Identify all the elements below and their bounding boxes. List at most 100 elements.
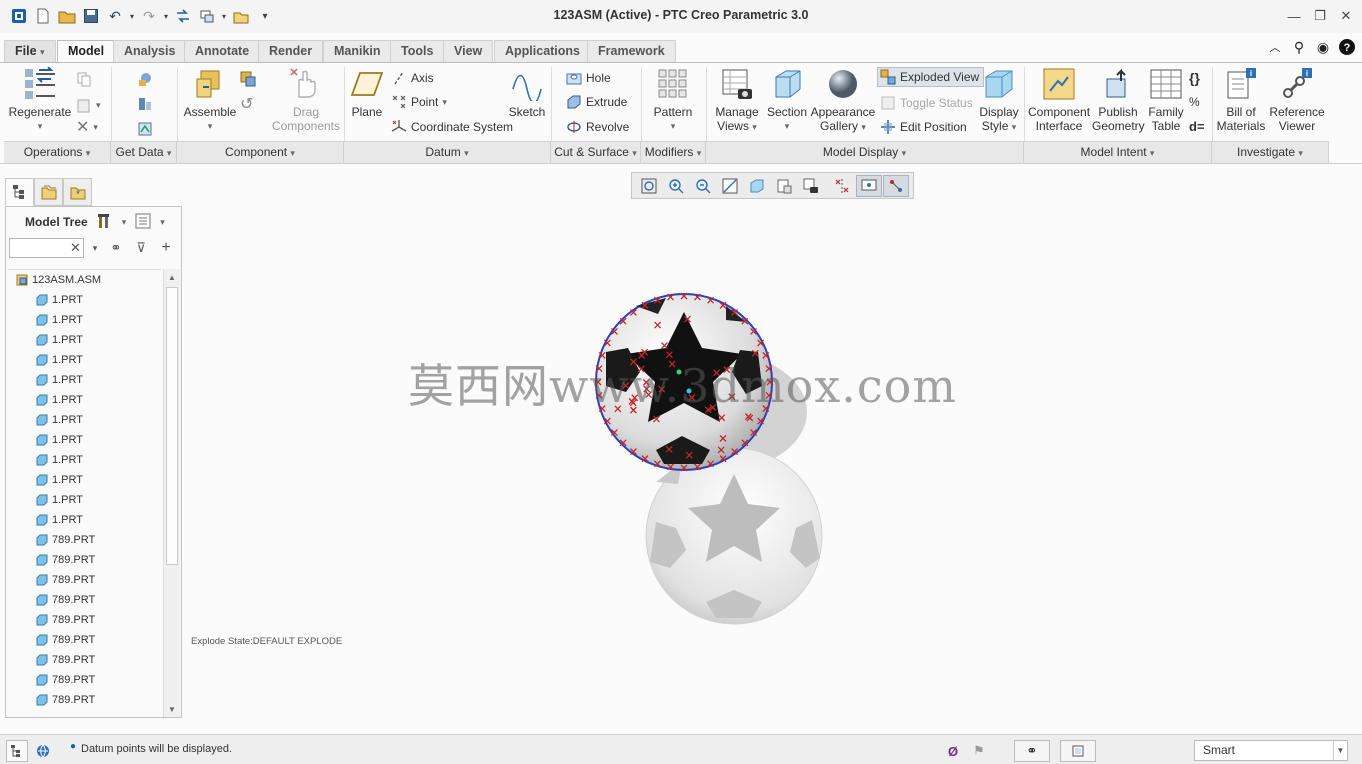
axis-button[interactable]: Axis xyxy=(391,68,434,88)
ptc-community-icon[interactable]: ◉ xyxy=(1314,38,1332,56)
clear-search-icon[interactable]: ✕ xyxy=(70,240,81,256)
manage-views-button[interactable]: Manage Views ▾ xyxy=(712,67,762,134)
restore-icon[interactable]: ❐ xyxy=(1310,6,1330,26)
hole-button[interactable]: Hole xyxy=(566,68,611,88)
tree-item-part[interactable]: 789.PRT xyxy=(8,690,161,710)
display-style-button[interactable]: Display Style ▾ xyxy=(978,67,1020,134)
tree-item-part[interactable]: 1.PRT xyxy=(8,370,161,390)
toggle-browser-icon[interactable] xyxy=(32,740,54,762)
scrollbar-thumb[interactable] xyxy=(166,287,178,565)
settings-tools-icon[interactable] xyxy=(96,212,114,233)
group-datum[interactable]: Datum ▾ xyxy=(344,141,551,163)
tab-favorites[interactable]: * xyxy=(63,178,92,206)
group-investigate[interactable]: Investigate ▾ xyxy=(1212,141,1329,163)
group-modifiers[interactable]: Modifiers ▾ xyxy=(641,141,706,163)
pattern-button[interactable]: Pattern ▾ xyxy=(650,67,696,133)
tab-manikin[interactable]: Manikin xyxy=(323,40,392,62)
tree-item-part[interactable]: 1.PRT xyxy=(8,470,161,490)
plane-button[interactable]: Plane xyxy=(348,67,386,119)
create-component-button[interactable] xyxy=(240,69,256,89)
binoculars-icon[interactable]: ⚭ xyxy=(107,238,125,258)
scroll-down-icon[interactable]: ▼ xyxy=(164,701,180,717)
group-operations[interactable]: Operations ▾ xyxy=(4,141,111,163)
selection-buffer-icon[interactable] xyxy=(1060,740,1096,762)
selection-filter-select[interactable]: Smart ▼ xyxy=(1194,740,1348,761)
regeneration-status-icon[interactable]: Ø xyxy=(942,740,964,762)
refit-icon[interactable] xyxy=(636,175,662,197)
datum-display-filters-icon[interactable] xyxy=(856,174,882,197)
help-icon[interactable]: ? xyxy=(1338,38,1356,56)
shrinkwrap-button[interactable] xyxy=(137,119,153,139)
graphics-viewport[interactable] xyxy=(186,202,1356,727)
tab-annotate[interactable]: Annotate xyxy=(184,40,261,62)
exploded-view-button[interactable]: Exploded View xyxy=(877,67,985,87)
tree-item-part[interactable]: 1.PRT xyxy=(8,350,161,370)
delete-button[interactable]: ✕ ▾ xyxy=(76,117,98,137)
group-get-data[interactable]: Get Data ▾ xyxy=(111,141,177,163)
zoom-in-icon[interactable] xyxy=(663,175,689,197)
relations-button[interactable]: {} xyxy=(1189,68,1200,88)
minimize-ribbon-icon[interactable]: ︿ xyxy=(1266,38,1284,56)
tab-model[interactable]: Model xyxy=(57,40,116,63)
bill-of-materials-button[interactable]: i Bill of Materials xyxy=(1214,67,1268,133)
section-button[interactable]: Section ▾ xyxy=(766,67,808,133)
view-manager-icon[interactable] xyxy=(798,175,824,197)
tree-item-part[interactable]: 789.PRT xyxy=(8,670,161,690)
tab-file[interactable]: File ▾ xyxy=(4,40,56,62)
group-model-display[interactable]: Model Display ▾ xyxy=(706,141,1024,163)
user-defined-feature-button[interactable] xyxy=(137,69,153,89)
reference-viewer-button[interactable]: i Reference Viewer xyxy=(1268,67,1326,133)
drag-components-button[interactable]: Drag Components xyxy=(268,67,344,133)
annotation-display-icon[interactable] xyxy=(883,174,909,197)
tab-view[interactable]: View xyxy=(443,40,494,62)
tree-item-part[interactable]: 1.PRT xyxy=(8,390,161,410)
tree-item-part[interactable]: 1.PRT xyxy=(8,330,161,350)
bottom-ball-part[interactable] xyxy=(645,447,823,625)
parameters-button[interactable]: d= xyxy=(1189,116,1205,136)
revolve-button[interactable]: Revolve xyxy=(566,117,629,137)
tree-item-part[interactable]: 789.PRT xyxy=(8,630,161,650)
scroll-up-icon[interactable]: ▲ xyxy=(164,269,180,285)
close-icon[interactable]: ✕ xyxy=(1336,6,1356,26)
tree-item-assembly[interactable]: 123ASM.ASM xyxy=(8,270,161,290)
find-icon[interactable]: ⚭ xyxy=(1014,740,1050,762)
group-model-intent[interactable]: Model Intent ▾ xyxy=(1024,141,1212,163)
publish-geometry-button[interactable]: Publish Geometry xyxy=(1092,67,1145,133)
coordinate-system-button[interactable]: Coordinate System xyxy=(391,117,513,137)
assemble-button[interactable]: Assemble ▾ xyxy=(182,67,238,133)
toggle-status-button[interactable]: Toggle Status xyxy=(880,93,973,113)
tree-item-part[interactable]: 1.PRT xyxy=(8,410,161,430)
tree-item-part[interactable]: 1.PRT xyxy=(8,490,161,510)
repeat-button[interactable]: ↺ xyxy=(240,94,253,114)
tree-item-part[interactable]: 1.PRT xyxy=(8,290,161,310)
component-interface-button[interactable]: Component Interface xyxy=(1028,67,1090,133)
tab-framework[interactable]: Framework xyxy=(587,40,676,62)
sketch-button[interactable]: Sketch xyxy=(506,67,548,119)
tree-item-part[interactable]: 789.PRT xyxy=(8,570,161,590)
point-button[interactable]: Point ▾ xyxy=(391,92,447,112)
regenerate-button[interactable]: Regenerate ▾ xyxy=(8,67,72,133)
tab-applications[interactable]: Applications xyxy=(494,40,592,62)
group-component[interactable]: Component ▾ xyxy=(177,141,344,163)
copy-button[interactable] xyxy=(76,69,92,89)
filter-icon[interactable]: ⊽ xyxy=(132,238,150,258)
tab-tools[interactable]: Tools xyxy=(390,40,445,62)
settings-dropdown-icon[interactable]: ▾ xyxy=(122,217,127,228)
saved-orientations-icon[interactable] xyxy=(771,175,797,197)
repaint-icon[interactable] xyxy=(717,175,743,197)
paste-button[interactable]: ▾ xyxy=(76,95,101,115)
tree-item-part[interactable]: 1.PRT xyxy=(8,430,161,450)
switch-dimensions-button[interactable]: % xyxy=(1189,92,1200,112)
show-dropdown-icon[interactable]: ▾ xyxy=(160,217,165,228)
flag-icon[interactable]: ⚑ xyxy=(968,740,990,762)
tab-analysis[interactable]: Analysis xyxy=(113,40,187,62)
perspective-icon[interactable] xyxy=(829,175,855,197)
extrude-button[interactable]: Extrude xyxy=(566,92,627,112)
tree-item-part[interactable]: 789.PRT xyxy=(8,650,161,670)
appearance-gallery-button[interactable]: Appearance Gallery ▾ xyxy=(810,67,876,134)
group-cut-surface[interactable]: Cut & Surface ▾ xyxy=(551,141,641,163)
tree-item-part[interactable]: 789.PRT xyxy=(8,550,161,570)
tree-item-part[interactable]: 789.PRT xyxy=(8,530,161,550)
tree-item-part[interactable]: 789.PRT xyxy=(8,590,161,610)
tab-render[interactable]: Render xyxy=(258,40,324,62)
